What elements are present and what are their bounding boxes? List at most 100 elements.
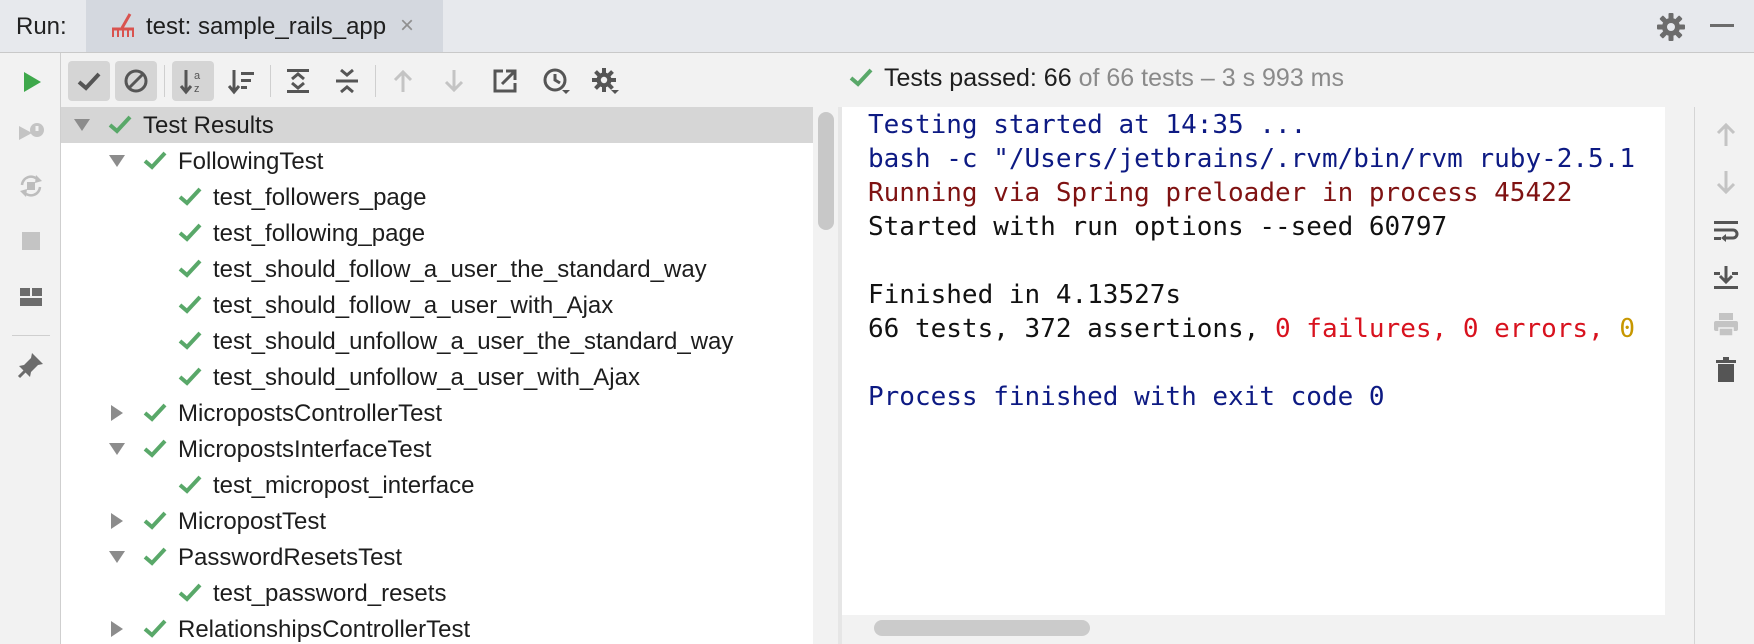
arrow-down-icon[interactable] — [1711, 167, 1741, 197]
test-name: test_following_page — [213, 220, 426, 247]
layout-icon[interactable] — [16, 282, 46, 312]
minimize-icon[interactable] — [1710, 24, 1734, 27]
svg-text:z: z — [194, 83, 200, 95]
test-suite-row[interactable]: FollowingTest — [61, 143, 813, 179]
next-failed-button[interactable] — [433, 61, 475, 101]
test-results-tree[interactable]: Test Results FollowingTest test_followers_… — [61, 107, 813, 644]
test-suite-row[interactable]: MicropostsInterfaceTest — [61, 431, 813, 467]
test-passed-icon — [143, 547, 167, 566]
test-passed-icon — [143, 439, 167, 458]
test-suite-row[interactable]: RelationshipsControllerTest — [61, 611, 813, 644]
test-suite-row[interactable]: MicropostsControllerTest — [61, 395, 813, 431]
test-name: RelationshipsControllerTest — [178, 616, 471, 643]
arrow-up-icon[interactable] — [1711, 120, 1741, 150]
test-passed-icon — [178, 331, 202, 350]
show-ignored-button[interactable] — [115, 61, 157, 101]
test-name: Test Results — [143, 112, 274, 139]
pin-icon[interactable] — [16, 350, 46, 380]
console-line: Finished in 4.13527s — [868, 280, 1182, 310]
test-method-row[interactable]: test_followers_page — [61, 179, 813, 215]
ignored-icon — [124, 69, 148, 93]
test-name: test_should_unfollow_a_user_the_standard… — [213, 328, 734, 355]
sort-alpha-icon: az — [179, 70, 201, 95]
console-line: bash -c "/Users/jetbrains/.rvm/bin/rvm r… — [868, 144, 1636, 174]
toolbar-separator — [12, 335, 50, 336]
failures-errors-summary: 0 failures, 0 errors, — [1275, 314, 1620, 344]
test-passed-icon — [108, 115, 132, 134]
test-suite-row[interactable]: PasswordResetsTest — [61, 539, 813, 575]
check-icon — [849, 68, 873, 87]
collapse-arrow-icon[interactable] — [108, 621, 126, 637]
test-suite-row[interactable]: MicropostTest — [61, 503, 813, 539]
tree-vertical-scrollbar[interactable] — [818, 112, 834, 230]
test-passed-icon — [143, 403, 167, 422]
test-passed-icon — [143, 151, 167, 170]
console-toolbar — [1694, 107, 1754, 644]
test-method-row[interactable]: test_should_unfollow_a_user_the_standard… — [61, 323, 813, 359]
gear-icon[interactable] — [1656, 12, 1686, 42]
test-name: FollowingTest — [178, 148, 324, 175]
skips-summary: 0 — [1619, 314, 1636, 344]
console-horizontal-scrollbar[interactable] — [874, 620, 1090, 636]
show-passed-button[interactable] — [68, 61, 110, 101]
tab-close-icon[interactable]: × — [400, 12, 414, 40]
test-settings-button[interactable] — [584, 61, 626, 101]
stop-icon[interactable] — [16, 226, 46, 256]
run-icon[interactable] — [16, 67, 46, 97]
test-passed-icon — [178, 583, 202, 602]
test-name: PasswordResetsTest — [178, 544, 403, 571]
console-line: Started with run options --seed 60797 — [868, 212, 1448, 242]
export-results-button[interactable] — [484, 61, 526, 101]
test-passed-icon — [178, 475, 202, 494]
check-icon — [77, 72, 101, 91]
console-line: Testing started at 14:35 ... — [868, 110, 1307, 140]
test-method-row[interactable]: test_should_follow_a_user_the_standard_w… — [61, 251, 813, 287]
test-method-row[interactable]: test_should_unfollow_a_user_with_Ajax — [61, 359, 813, 395]
sort-by-duration-button[interactable] — [221, 61, 263, 101]
scroll-to-end-icon[interactable] — [1711, 263, 1741, 293]
clock-icon — [543, 68, 570, 94]
console-output[interactable]: Testing started at 14:35 ... bash -c "/U… — [842, 107, 1665, 615]
test-passed-icon — [178, 187, 202, 206]
test-passed-icon — [178, 295, 202, 314]
test-method-row[interactable]: test_should_follow_a_user_with_Ajax — [61, 287, 813, 323]
test-passed-icon — [178, 259, 202, 278]
test-status: Tests passed: 66 of 66 tests – 3 s 993 m… — [848, 64, 1344, 93]
test-passed-icon — [178, 367, 202, 386]
test-passed-icon — [178, 223, 202, 242]
expand-all-button[interactable] — [277, 61, 319, 101]
test-method-row[interactable]: test_password_resets — [61, 575, 813, 611]
left-toolbar — [0, 53, 61, 644]
test-method-row[interactable]: test_micropost_interface — [61, 467, 813, 503]
run-tab-label: test: sample_rails_app — [146, 13, 387, 40]
expand-arrow-icon[interactable] — [108, 153, 126, 169]
test-name: test_should_follow_a_user_the_standard_w… — [213, 256, 707, 283]
collapse-all-button[interactable] — [326, 61, 368, 101]
collapse-arrow-icon[interactable] — [108, 405, 126, 421]
test-name: test_should_unfollow_a_user_with_Ajax — [213, 364, 640, 391]
test-name: MicropostsInterfaceTest — [178, 436, 432, 463]
collapse-all-icon — [336, 68, 358, 94]
test-history-button[interactable] — [535, 61, 577, 101]
expand-arrow-icon[interactable] — [73, 117, 91, 133]
print-icon[interactable] — [1711, 309, 1741, 339]
test-name: test_followers_page — [213, 184, 427, 211]
sort-alphabetically-button[interactable]: az — [172, 61, 214, 101]
rerun-failed-icon[interactable] — [16, 118, 46, 148]
expand-arrow-icon[interactable] — [108, 549, 126, 565]
trash-icon[interactable] — [1711, 355, 1741, 385]
toggle-auto-test-icon[interactable] — [16, 171, 46, 201]
arrow-up-icon — [393, 69, 413, 92]
assertions-summary: 66 tests, 372 assertions, — [868, 314, 1275, 344]
test-suite-row[interactable]: Test Results — [61, 107, 813, 143]
console-line: Running via Spring preloader in process … — [868, 178, 1573, 208]
toolbar-separator — [270, 65, 271, 97]
collapse-arrow-icon[interactable] — [108, 513, 126, 529]
test-name: test_password_resets — [213, 580, 447, 607]
previous-failed-button[interactable] — [382, 61, 424, 101]
expand-arrow-icon[interactable] — [108, 441, 126, 457]
test-method-row[interactable]: test_following_page — [61, 215, 813, 251]
export-icon — [493, 69, 517, 93]
soft-wrap-icon[interactable] — [1711, 215, 1741, 245]
gear-dropdown-icon — [592, 68, 619, 94]
